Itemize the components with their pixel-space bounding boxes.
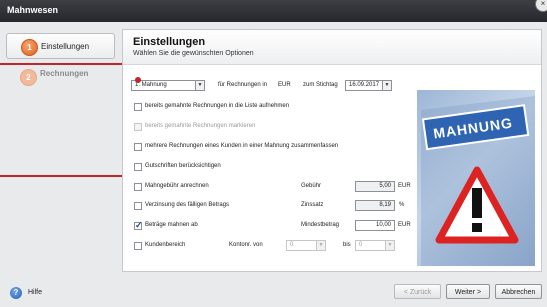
- step-label: Rechnungen: [40, 69, 89, 78]
- zinssatz-unit: %: [399, 202, 405, 208]
- gebuehr-unit: EUR: [398, 183, 411, 189]
- label-betraege: Beträge mahnen ab: [145, 222, 198, 228]
- kontonr-von-label: Kontonr. von: [229, 242, 263, 248]
- chevron-down-icon[interactable]: ▼: [382, 81, 391, 90]
- label-verzinsung: Verzinsung des fälligen Betrags: [145, 202, 230, 208]
- checkbox-gemahnt-aufnehmen[interactable]: [134, 103, 142, 111]
- stichtag-date-picker[interactable]: 16.09.2017 ▼: [345, 80, 392, 91]
- footer-bar: ? Hilfe < Zurück Weiter > Abbrechen: [0, 276, 547, 307]
- back-button[interactable]: < Zurück: [394, 284, 441, 299]
- help-label[interactable]: Hilfe: [28, 289, 42, 296]
- panel-header: Einstellungen Wählen Sie die gewünschten…: [123, 30, 541, 65]
- chevron-down-icon[interactable]: ▼: [195, 81, 204, 90]
- annotation-marker: [135, 77, 141, 83]
- label-gutschriften: Gutschriften berücksichtigen: [145, 163, 221, 169]
- step-label: Einstellungen: [41, 42, 90, 51]
- checkbox-zusammenfassen[interactable]: [134, 143, 142, 151]
- bis-label: bis: [343, 242, 351, 248]
- mindestbetrag-unit: EUR: [398, 222, 411, 228]
- label-mahngebuehr: Mahngebühr anrechnen: [145, 183, 209, 189]
- mahnung-illustration: MAHNUNG: [417, 90, 535, 266]
- stichtag-value: 16.09.2017: [349, 82, 380, 88]
- checkbox-betraege[interactable]: [134, 220, 143, 231]
- currency-label: EUR: [278, 82, 291, 88]
- step-number-icon: 1: [21, 39, 38, 56]
- label-zusammenfassen: mehrere Rechnungen eines Kunden in einer…: [145, 143, 339, 149]
- mindestbetrag-field[interactable]: 10,00: [355, 220, 395, 231]
- chevron-down-icon[interactable]: ▼: [385, 241, 394, 250]
- zinssatz-field[interactable]: 8,19: [355, 200, 395, 211]
- fuer-rechnungen-label: für Rechnungen in: [218, 82, 268, 88]
- zinssatz-label: Zinssatz: [301, 202, 324, 208]
- cancel-button[interactable]: Abbrechen: [495, 284, 542, 299]
- label-gemahnt-markieren: bereits gemahnte Rechnungen markieren: [145, 123, 256, 129]
- mindestbetrag-label: Mindestbetrag: [301, 222, 340, 228]
- checkbox-gemahnt-markieren[interactable]: [134, 123, 142, 131]
- step-rechnungen[interactable]: 2 Rechnungen: [6, 64, 115, 90]
- gebuehr-field[interactable]: 5,00: [355, 181, 395, 192]
- annotation-line: [0, 63, 140, 65]
- checkbox-mahngebuehr[interactable]: [134, 183, 142, 191]
- window-title: Mahnwesen: [7, 5, 59, 15]
- warning-sign-icon: [421, 96, 535, 266]
- checkbox-kundenbereich[interactable]: [134, 242, 142, 250]
- next-button[interactable]: Weiter >: [446, 284, 490, 299]
- mahnung-select[interactable]: 1. Mahnung ▼: [131, 80, 205, 91]
- page-subtitle: Wählen Sie die gewünschten Optionen: [133, 50, 254, 57]
- close-icon[interactable]: ×: [535, 0, 547, 12]
- stichtag-label: zum Stichtag: [303, 82, 338, 88]
- gebuehr-label: Gebühr: [301, 183, 322, 189]
- checkbox-gutschriften[interactable]: [134, 163, 142, 171]
- checkbox-verzinsung[interactable]: [134, 202, 142, 210]
- label-gemahnt-aufnehmen: bereits gemahnte Rechnungen in die Liste…: [145, 103, 290, 109]
- page-title: Einstellungen: [133, 36, 206, 48]
- step-einstellungen[interactable]: 1 Einstellungen: [6, 33, 115, 59]
- settings-panel: Einstellungen Wählen Sie die gewünschten…: [122, 29, 542, 272]
- mahnung-value: 1. Mahnung: [135, 82, 167, 88]
- title-bar: Mahnwesen ×: [0, 0, 547, 22]
- von-value: 0: [290, 242, 294, 248]
- kontonr-bis-select[interactable]: 0 ▼: [355, 240, 395, 251]
- chevron-down-icon[interactable]: ▼: [316, 241, 325, 250]
- step-navigation: 1 Einstellungen 2 Rechnungen: [6, 31, 115, 271]
- kontonr-von-select[interactable]: 0 ▼: [286, 240, 326, 251]
- bis-value: 0: [359, 242, 363, 248]
- help-icon[interactable]: ?: [10, 287, 22, 299]
- step-number-icon: 2: [20, 69, 37, 86]
- label-kundenbereich: Kundenbereich: [145, 242, 186, 248]
